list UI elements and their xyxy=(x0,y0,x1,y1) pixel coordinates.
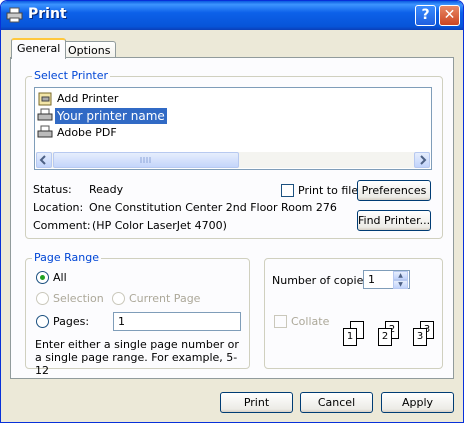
copies-spinner[interactable]: ▲ ▼ xyxy=(393,271,408,290)
comment-value: (HP Color LaserJet 4700) xyxy=(92,219,227,232)
comment-label: Comment: xyxy=(33,219,91,232)
print-button[interactable]: Print xyxy=(220,392,293,413)
select-printer-title: Select Printer xyxy=(32,69,111,82)
collate-page: 3 xyxy=(413,328,427,346)
spin-down-icon[interactable]: ▼ xyxy=(393,280,408,289)
title-bar[interactable]: Print ? ✕ xyxy=(1,1,463,30)
print-to-file-checkbox[interactable] xyxy=(281,184,294,197)
chevron-right-icon xyxy=(420,155,427,165)
printer-list[interactable]: Add Printer Your printer name Adobe PDF xyxy=(34,87,432,170)
printer-icon xyxy=(37,125,53,138)
horizontal-scrollbar[interactable] xyxy=(36,152,430,168)
printer-title-icon xyxy=(6,7,23,23)
radio-selected-dot xyxy=(40,275,45,280)
printer-icon xyxy=(37,108,53,121)
copies-input[interactable]: 1 ▲ ▼ xyxy=(363,270,410,289)
spin-up-icon[interactable]: ▲ xyxy=(393,271,408,280)
location-label: Location: xyxy=(33,201,84,214)
pages-label[interactable]: Pages: xyxy=(53,315,89,328)
apply-button[interactable]: Apply xyxy=(381,392,454,413)
add-printer-icon xyxy=(38,92,52,106)
close-button[interactable]: ✕ xyxy=(439,5,460,26)
number-of-copies-label: Number of copies: xyxy=(272,274,373,287)
current-page-label[interactable]: Current Page xyxy=(129,292,200,305)
tab-general-label: General xyxy=(17,42,61,55)
list-item-label: Your printer name xyxy=(55,108,167,124)
page-range-hint: Enter either a single page number or a s… xyxy=(35,338,239,377)
status-label: Status: xyxy=(33,183,72,196)
tab-general[interactable]: General xyxy=(11,38,67,59)
location-value: One Constitution Center 2nd Floor Room 2… xyxy=(89,201,337,214)
preferences-button[interactable]: Preferences xyxy=(357,180,431,201)
help-button[interactable]: ? xyxy=(415,5,436,26)
current-page-radio[interactable] xyxy=(112,292,125,305)
all-label[interactable]: All xyxy=(53,271,67,284)
chevron-left-icon xyxy=(39,155,46,165)
collate-page: 2 xyxy=(378,328,392,346)
scroll-left-button[interactable] xyxy=(36,152,52,168)
scroll-right-button[interactable] xyxy=(414,152,430,168)
selection-label[interactable]: Selection xyxy=(53,292,104,305)
collate-page: 1 xyxy=(343,328,357,346)
print-to-file-label[interactable]: Print to file xyxy=(298,184,358,197)
selection-radio[interactable] xyxy=(36,292,49,305)
collate-label[interactable]: Collate xyxy=(291,315,329,328)
page-range-title: Page Range xyxy=(32,251,101,264)
find-printer-button[interactable]: Find Printer... xyxy=(357,210,431,231)
list-item-label: Adobe PDF xyxy=(57,126,117,139)
scroll-thumb[interactable] xyxy=(53,152,239,168)
general-tab-panel: Select Printer Add Printer Your printer … xyxy=(10,57,454,379)
pages-input[interactable]: 1 xyxy=(113,312,241,331)
grip-icon xyxy=(140,157,151,163)
window-title: Print xyxy=(28,6,67,22)
cancel-button[interactable]: Cancel xyxy=(300,392,373,413)
status-value: Ready xyxy=(89,183,124,196)
list-item-label: Add Printer xyxy=(57,92,119,105)
copies-value: 1 xyxy=(368,273,375,286)
tab-options-label: Options xyxy=(68,44,111,57)
all-radio[interactable] xyxy=(36,271,49,284)
pages-radio[interactable] xyxy=(36,315,49,328)
print-dialog: Print ? ✕ General Options Select Printer… xyxy=(0,0,464,423)
collate-checkbox[interactable] xyxy=(274,315,287,328)
